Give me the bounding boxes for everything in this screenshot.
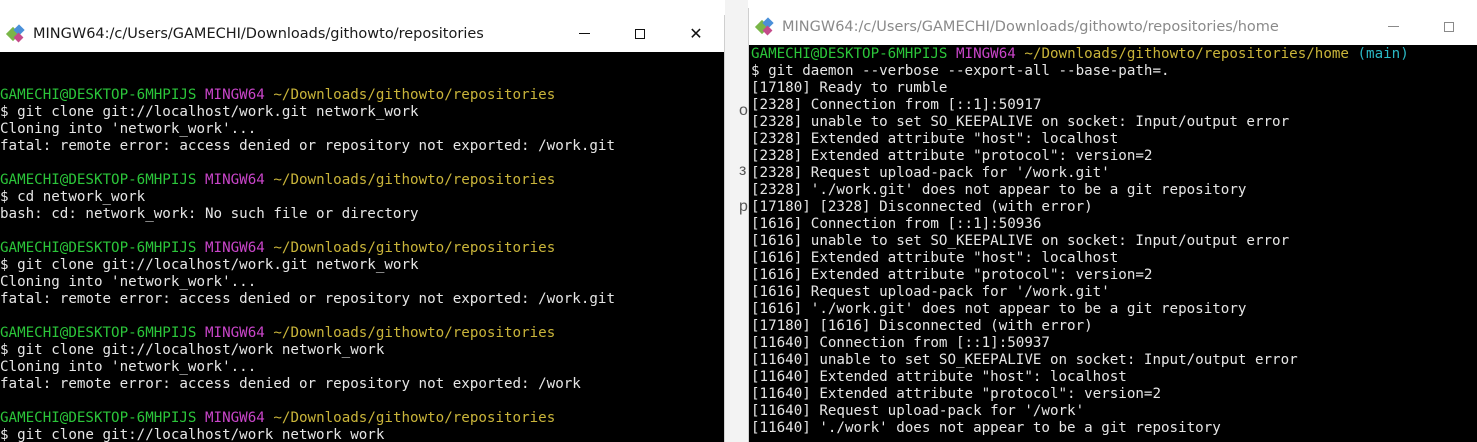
background-gap: o з p [725, 0, 748, 442]
background-glyph: p [739, 198, 748, 215]
output-line: [1616] Connection from [::1]:50936 [751, 216, 1042, 232]
background-glyph: o [739, 102, 748, 119]
prompt-user: GAMECHI@DESKTOP-6MHPIJS [0, 410, 197, 426]
window-title: MINGW64:/c/Users/GAMECHI/Downloads/githo… [782, 18, 1279, 35]
prompt-line: GAMECHI@DESKTOP-6MHPIJS MINGW64 ~/Downlo… [0, 240, 724, 257]
output-line: [17180] [1616] Disconnected (with error) [751, 318, 1093, 334]
output-line: [11640] Extended attribute "host": local… [751, 369, 1127, 385]
minimize-icon [578, 33, 590, 34]
prompt-user: GAMECHI@DESKTOP-6MHPIJS [751, 46, 948, 62]
output-line: $ git clone git://localhost/work.git net… [0, 257, 419, 273]
prompt-path: ~/Downloads/githowto/repositories [273, 172, 556, 188]
close-button[interactable]: ✕ [668, 15, 724, 52]
output-line: [2328] Connection from [::1]:50917 [751, 97, 1042, 113]
prompt-path: ~/Downloads/githowto/repositories/home [1024, 46, 1349, 62]
output-line: [11640] unable to set SO_KEEPALIVE on so… [751, 352, 1298, 368]
title-bar[interactable]: MINGW64:/c/Users/GAMECHI/Downloads/githo… [0, 15, 724, 52]
terminal-window-right[interactable]: MINGW64:/c/Users/GAMECHI/Downloads/githo… [748, 8, 1477, 442]
output-line: [2328] Request upload-pack for '/work.gi… [751, 165, 1110, 181]
output-line: [17180] Ready to rumble [751, 80, 948, 96]
output-line: fatal: remote error: access denied or re… [0, 138, 615, 154]
prompt-line: GAMECHI@DESKTOP-6MHPIJS MINGW64 ~/Downlo… [751, 46, 1477, 63]
output-line: [11640] Extended attribute "protocol": v… [751, 386, 1161, 402]
output-line: [1616] Extended attribute "host": localh… [751, 250, 1119, 266]
prompt-path: ~/Downloads/githowto/repositories [273, 87, 556, 103]
output-line: Cloning into 'network_work'... [0, 359, 257, 375]
maximize-button[interactable] [1421, 8, 1477, 45]
output-line: [2328] Extended attribute "protocol": ve… [751, 148, 1153, 164]
prompt-branch: (main) [1357, 46, 1409, 62]
terminal-output[interactable]: GAMECHI@DESKTOP-6MHPIJS MINGW64 ~/Downlo… [749, 45, 1477, 442]
output-line: [1616] Extended attribute "protocol": ve… [751, 267, 1153, 283]
output-line: [11640] Request upload-pack for '/work' [751, 403, 1085, 419]
prompt-line: GAMECHI@DESKTOP-6MHPIJS MINGW64 ~/Downlo… [0, 87, 724, 104]
title-bar[interactable]: MINGW64:/c/Users/GAMECHI/Downloads/githo… [749, 8, 1477, 45]
close-icon: ✕ [689, 24, 703, 43]
prompt-system: MINGW64 [205, 240, 265, 256]
prompt-system: MINGW64 [956, 46, 1016, 62]
window-title: MINGW64:/c/Users/GAMECHI/Downloads/githo… [33, 25, 484, 42]
prompt-system: MINGW64 [205, 325, 265, 341]
output-line: [11640] Connection from [::1]:50937 [751, 335, 1050, 351]
output-line: [17180] [2328] Disconnected (with error) [751, 199, 1093, 215]
background-glyph: з [739, 162, 747, 179]
output-line: fatal: remote error: access denied or re… [0, 291, 615, 307]
output-line: [2328] unable to set SO_KEEPALIVE on soc… [751, 114, 1290, 130]
git-bash-icon [5, 23, 27, 44]
prompt-system: MINGW64 [205, 87, 265, 103]
prompt-system: MINGW64 [205, 410, 265, 426]
minimize-icon [1387, 26, 1399, 27]
prompt-line: GAMECHI@DESKTOP-6MHPIJS MINGW64 ~/Downlo… [0, 172, 724, 189]
prompt-system: MINGW64 [205, 172, 265, 188]
output-line: $ git clone git://localhost/work.git net… [0, 104, 419, 120]
maximize-icon [1444, 21, 1454, 32]
prompt-line: GAMECHI@DESKTOP-6MHPIJS MINGW64 ~/Downlo… [0, 410, 724, 427]
maximize-button[interactable] [612, 15, 668, 52]
maximize-icon [635, 28, 645, 39]
prompt-user: GAMECHI@DESKTOP-6MHPIJS [0, 87, 197, 103]
output-line: $ cd network_work [0, 189, 146, 205]
terminal-output[interactable]: GAMECHI@DESKTOP-6MHPIJS MINGW64 ~/Downlo… [0, 52, 724, 442]
output-line: Cloning into 'network_work'... [0, 274, 257, 290]
prompt-path: ~/Downloads/githowto/repositories [273, 410, 556, 426]
prompt-line: GAMECHI@DESKTOP-6MHPIJS MINGW64 ~/Downlo… [0, 325, 724, 342]
prompt-user: GAMECHI@DESKTOP-6MHPIJS [0, 325, 197, 341]
minimize-button[interactable] [1365, 8, 1421, 45]
output-line: Cloning into 'network_work'... [0, 121, 257, 137]
output-line: $ git clone git://localhost/work network… [0, 342, 385, 358]
minimize-button[interactable] [556, 15, 612, 52]
output-line: $ git daemon --verbose --export-all --ba… [751, 63, 1170, 79]
output-line: [1616] Request upload-pack for '/work.gi… [751, 284, 1110, 300]
output-line: [1616] unable to set SO_KEEPALIVE on soc… [751, 233, 1290, 249]
output-line: [2328] './work.git' does not appear to b… [751, 182, 1247, 198]
output-line: fatal: remote error: access denied or re… [0, 376, 581, 392]
git-bash-icon [754, 16, 776, 37]
output-line: $ git clone git://localhost/work network… [0, 427, 385, 442]
prompt-user: GAMECHI@DESKTOP-6MHPIJS [0, 172, 197, 188]
prompt-user: GAMECHI@DESKTOP-6MHPIJS [0, 240, 197, 256]
output-line: [1616] './work.git' does not appear to b… [751, 301, 1247, 317]
output-line: bash: cd: network_work: No such file or … [0, 206, 419, 222]
output-line: [2328] Extended attribute "host": localh… [751, 131, 1119, 147]
prompt-path: ~/Downloads/githowto/repositories [273, 325, 556, 341]
terminal-window-left[interactable]: MINGW64:/c/Users/GAMECHI/Downloads/githo… [0, 15, 725, 442]
prompt-path: ~/Downloads/githowto/repositories [273, 240, 556, 256]
output-line: [11640] './work' does not appear to be a… [751, 420, 1221, 436]
